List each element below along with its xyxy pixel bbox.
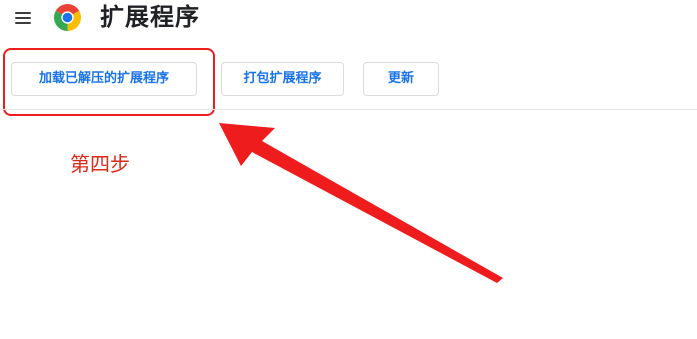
page-title: 扩展程序 [100, 3, 200, 31]
toolbar-divider [0, 109, 697, 110]
chrome-logo-icon [54, 4, 81, 31]
hamburger-line [15, 12, 31, 14]
update-button[interactable]: 更新 [363, 62, 439, 96]
top-bar: 扩展程序 [0, 0, 697, 40]
hamburger-menu-icon[interactable] [13, 10, 33, 26]
hamburger-line [15, 22, 31, 24]
pack-extension-button[interactable]: 打包扩展程序 [221, 62, 344, 96]
load-unpacked-button[interactable]: 加载已解压的扩展程序 [11, 62, 197, 96]
step-annotation: 第四步 [70, 152, 130, 176]
hamburger-line [15, 17, 31, 19]
extensions-page: 扩展程序 加载已解压的扩展程序 打包扩展程序 更新 第四步 [0, 0, 697, 339]
